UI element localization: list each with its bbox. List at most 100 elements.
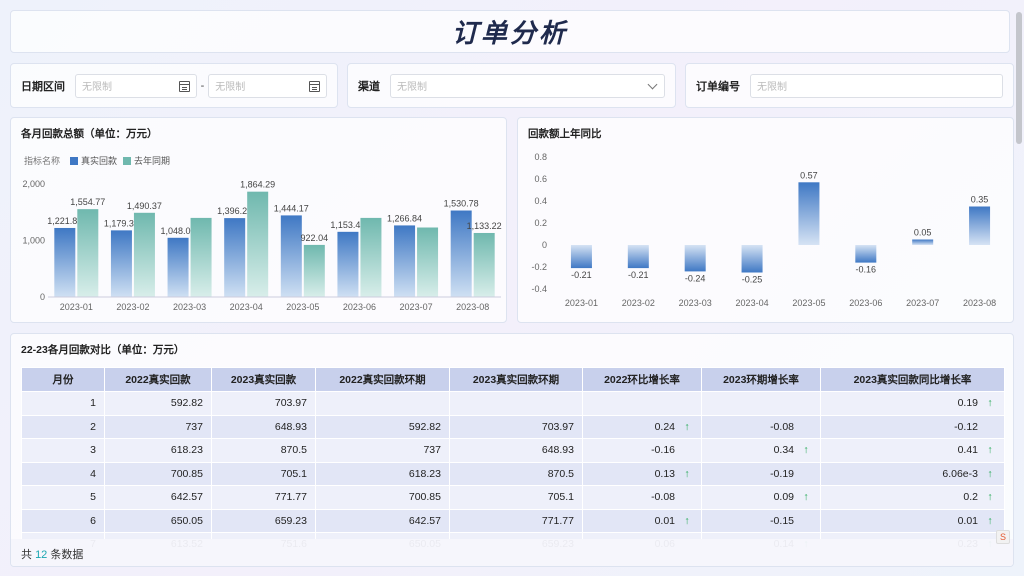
bar-data-label: 0.35 — [971, 195, 989, 205]
table-cell-p23: 771.77 — [449, 508, 583, 533]
page-scrollbar[interactable] — [1016, 12, 1022, 144]
table-cell-r23: 659.23 — [211, 508, 316, 533]
table-cell-yoy: 0.19 ↑ — [820, 391, 1005, 416]
yoy-bar[interactable] — [684, 245, 706, 272]
column-header-2022-prev-period[interactable]: 2022真实回款环期 — [315, 367, 450, 392]
table-cell-p23: 705.1 — [449, 485, 583, 510]
x-tick-label: 2023-04 — [736, 298, 769, 308]
up-arrow-icon: ↑ — [684, 514, 690, 527]
bar-actual[interactable] — [224, 218, 246, 297]
bar-last-year[interactable] — [133, 212, 155, 297]
legend-swatch-last-year — [123, 157, 131, 165]
bar-data-label: -0.24 — [685, 273, 706, 283]
yoy-bar[interactable] — [912, 239, 934, 246]
table-cell-r22: 737 — [104, 414, 212, 439]
table-cell-r22: 618.23 — [104, 438, 212, 463]
bar-last-year[interactable] — [247, 191, 269, 297]
bar-actual[interactable] — [110, 230, 132, 297]
table-cell-r23: 705.1 — [211, 461, 316, 486]
yoy-bar[interactable] — [798, 182, 820, 245]
order-number-input[interactable]: 无限制 — [750, 73, 1003, 98]
yoy-bar[interactable] — [741, 245, 763, 273]
bar-data-label: 0.05 — [914, 228, 932, 238]
yoy-bar[interactable] — [969, 206, 991, 246]
y-tick-label: 0.2 — [534, 218, 547, 228]
yoy-bar[interactable] — [570, 245, 592, 269]
y-tick-label: 0 — [542, 240, 547, 250]
up-arrow-icon: ↑ — [987, 514, 993, 527]
table-cell-g23: 0.34 ↑ — [701, 438, 821, 463]
table-cell-yoy: 6.06e-3 ↑ — [820, 461, 1005, 486]
cell-value: 0.13 — [654, 467, 675, 480]
calendar-icon[interactable] — [309, 80, 320, 92]
calendar-icon[interactable] — [178, 80, 190, 92]
cell-value: 6 — [90, 514, 96, 527]
bar-last-year[interactable] — [303, 244, 325, 297]
bar-actual[interactable] — [167, 237, 189, 297]
yoy-bar[interactable] — [627, 245, 649, 269]
y-tick-label: 0.6 — [534, 174, 547, 184]
bar-actual[interactable] — [280, 215, 302, 297]
cell-value: 642.57 — [170, 491, 203, 504]
table-row[interactable]: 6 650.05 659.23 642.57 771.77 0.01 ↑ -0.15 0.01 ↑ — [21, 508, 1005, 533]
column-header-2023-prev-period[interactable]: 2023真实回款环期 — [449, 367, 583, 392]
table-row[interactable]: 2 737 648.93 592.82 703.97 0.24 ↑ -0.08 -0.12 — [21, 414, 1005, 439]
table-cell-g23 — [701, 391, 821, 416]
bar-last-year[interactable] — [417, 227, 439, 297]
date-start-input[interactable]: 无限制 — [75, 73, 197, 98]
cell-value: 1 — [90, 397, 96, 410]
cell-value: 618.23 — [408, 467, 441, 480]
column-header-month[interactable]: 月份 — [21, 367, 105, 392]
x-tick-label: 2023-08 — [963, 298, 996, 308]
date-end-input[interactable]: 无限制 — [208, 73, 327, 98]
bar-actual[interactable] — [394, 225, 416, 297]
table-row[interactable]: 3 618.23 870.5 737 648.93 -0.16 0.34 ↑ 0.41 ↑ — [21, 438, 1005, 463]
bar-last-year[interactable] — [77, 209, 99, 297]
table-cell-month: 6 — [21, 508, 105, 533]
column-header-2023-yoy-growth[interactable]: 2023真实回款同比增长率 — [820, 367, 1005, 392]
order-number-label: 订单编号 — [696, 80, 740, 93]
table-row[interactable]: 5 642.57 771.77 700.85 705.1 -0.08 0.09 ↑ 0.2 ↑ — [21, 485, 1005, 510]
y-tick-label: 0.8 — [534, 152, 547, 162]
corner-badge-icon[interactable]: S — [996, 530, 1010, 544]
table-row[interactable]: 1 592.82 703.97 0.19 ↑ — [21, 391, 1005, 416]
up-arrow-icon: ↑ — [684, 467, 690, 480]
table-cell-month: 4 — [21, 461, 105, 486]
table-cell-r23: 771.77 — [211, 485, 316, 510]
table-row[interactable]: 4 700.85 705.1 618.23 870.5 0.13 ↑ -0.19 6.06e-3… — [21, 461, 1005, 486]
x-tick-label: 2023-02 — [116, 302, 149, 312]
chevron-down-icon[interactable] — [647, 79, 658, 89]
table-cell-g22: 0.24 ↑ — [582, 414, 702, 439]
table-cell-r22: 592.82 — [104, 391, 212, 416]
table-cell-g22: -0.16 — [582, 438, 702, 463]
table-cell-p22: 642.57 — [315, 508, 450, 533]
y-tick-label: 0.4 — [534, 196, 547, 206]
date-start-placeholder: 无限制 — [82, 82, 112, 93]
bar-actual[interactable] — [54, 227, 76, 297]
bar-last-year[interactable] — [190, 217, 212, 297]
legend-label-actual[interactable]: 真实回款 — [81, 155, 117, 166]
x-tick-label: 2023-08 — [456, 302, 489, 312]
bar-last-year[interactable] — [360, 217, 382, 297]
bar-actual[interactable] — [337, 231, 359, 297]
cell-value: 700.85 — [408, 491, 441, 504]
legend-label-last-year[interactable]: 去年同期 — [134, 155, 170, 166]
date-separator: - — [200, 79, 205, 92]
table-cell-p23 — [449, 391, 583, 416]
yoy-bar[interactable] — [855, 245, 877, 263]
page-title: 订单分析 — [451, 19, 568, 49]
channel-select[interactable]: 无限制 — [390, 73, 665, 98]
cell-value: 0.34 — [773, 444, 794, 457]
cell-value: 650.05 — [170, 514, 203, 527]
legend-title: 指标名称 — [24, 155, 60, 166]
bar-last-year[interactable] — [473, 232, 495, 297]
column-header-2023-actual[interactable]: 2023真实回款 — [211, 367, 316, 392]
bar-data-label: 1,554.77 — [70, 197, 105, 207]
footer-prefix: 共 — [21, 549, 32, 561]
cell-value: 870.5 — [547, 467, 574, 480]
table-cell-yoy: -0.12 — [820, 414, 1005, 439]
bar-data-label: 0.57 — [800, 170, 818, 180]
column-header-2023-mom-growth[interactable]: 2023环期增长率 — [701, 367, 821, 392]
column-header-2022-mom-growth[interactable]: 2022环比增长率 — [582, 367, 702, 392]
column-header-2022-actual[interactable]: 2022真实回款 — [104, 367, 212, 392]
